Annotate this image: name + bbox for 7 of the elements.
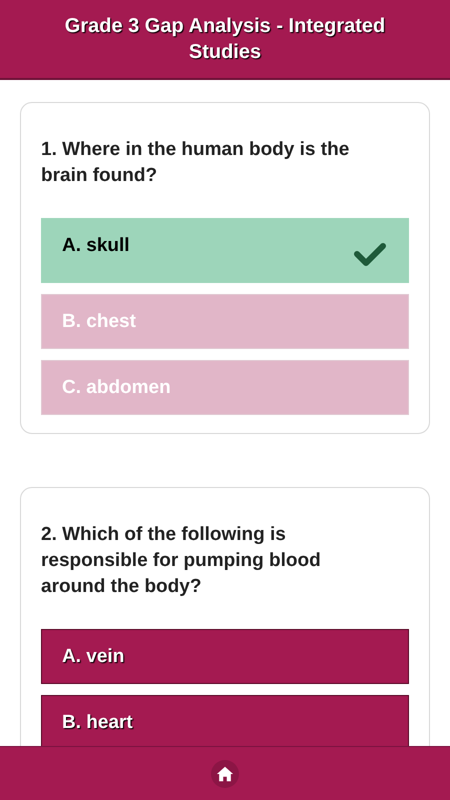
home-icon: [216, 764, 234, 782]
question-text: 1. Where in the human body is the brain found?: [41, 138, 350, 188]
answer-option[interactable]: A. vein: [41, 629, 409, 684]
checkmark-icon: [354, 242, 386, 266]
page-title: Grade 3 Gap Analysis - Integrated Studies: [64, 14, 386, 65]
question-text: 2. Which of the following is responsible for pumping blood around the body?: [41, 523, 322, 599]
home-button[interactable]: [211, 760, 239, 788]
